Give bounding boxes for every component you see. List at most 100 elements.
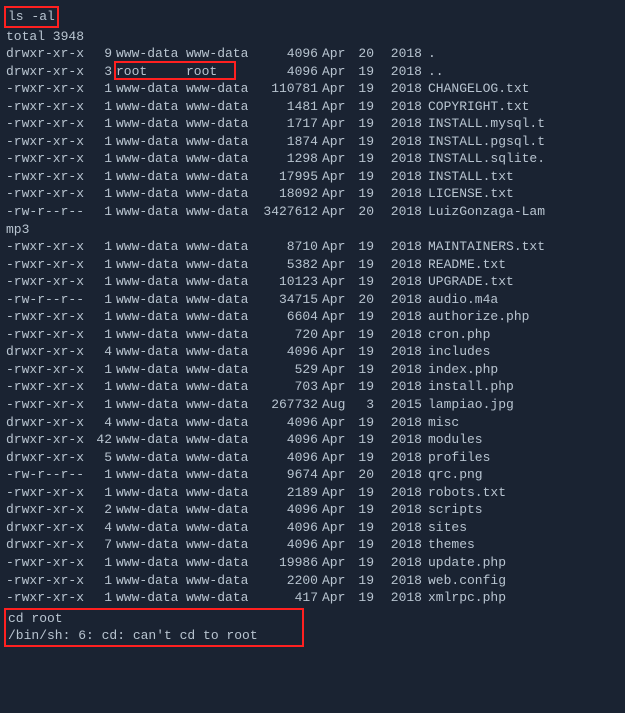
col-group: www-data (186, 133, 256, 151)
col-name: UPGRADE.txt (428, 273, 514, 291)
col-owner: www-data (116, 45, 186, 63)
col-perm: -rw-r--r-- (6, 291, 90, 309)
col-day: 19 (354, 98, 378, 116)
col-name: README.txt (428, 256, 506, 274)
col-month: Apr (322, 536, 354, 554)
col-links: 1 (90, 80, 116, 98)
col-owner: www-data (116, 238, 186, 256)
file-row: drwxr-xr-x4www-datawww-data4096Apr192018… (6, 414, 619, 432)
col-day: 19 (354, 414, 378, 432)
col-size: 4096 (256, 343, 322, 361)
col-day: 20 (354, 45, 378, 63)
col-size: 1298 (256, 150, 322, 168)
listing-rows: drwxr-xr-x9www-datawww-data4096Apr202018… (6, 45, 619, 220)
col-owner: www-data (116, 484, 186, 502)
col-year: 2018 (378, 449, 428, 467)
col-owner: www-data (116, 185, 186, 203)
col-links: 1 (90, 396, 116, 414)
file-row: -rwxr-xr-x1www-datawww-data5382Apr192018… (6, 256, 619, 274)
col-group: www-data (186, 572, 256, 590)
col-year: 2015 (378, 396, 428, 414)
col-name: . (428, 45, 436, 63)
col-size: 9674 (256, 466, 322, 484)
col-owner: www-data (116, 589, 186, 607)
col-owner: www-data (116, 326, 186, 344)
file-row: -rw-r--r--1www-datawww-data9674Apr202018… (6, 466, 619, 484)
col-day: 19 (354, 273, 378, 291)
col-size: 529 (256, 361, 322, 379)
col-year: 2018 (378, 326, 428, 344)
col-links: 4 (90, 414, 116, 432)
terminal-output[interactable]: ls -al total 3948 drwxr-xr-x9www-datawww… (6, 6, 619, 647)
col-group: www-data (186, 256, 256, 274)
col-links: 3 (90, 63, 116, 81)
col-group: www-data (186, 98, 256, 116)
col-perm: -rwxr-xr-x (6, 378, 90, 396)
col-links: 1 (90, 150, 116, 168)
col-size: 4096 (256, 431, 322, 449)
col-day: 3 (354, 396, 378, 414)
col-owner: www-data (116, 343, 186, 361)
col-links: 5 (90, 449, 116, 467)
col-month: Apr (322, 343, 354, 361)
col-owner: www-data (116, 554, 186, 572)
file-row: -rwxr-xr-x1www-datawww-data1298Apr192018… (6, 150, 619, 168)
col-links: 1 (90, 308, 116, 326)
col-month: Aug (322, 396, 354, 414)
col-month: Apr (322, 63, 354, 81)
col-year: 2018 (378, 256, 428, 274)
col-owner: www-data (116, 414, 186, 432)
file-row: -rwxr-xr-x1www-datawww-data110781Apr1920… (6, 80, 619, 98)
col-links: 1 (90, 589, 116, 607)
col-group: www-data (186, 291, 256, 309)
col-group: root (186, 63, 256, 81)
col-links: 1 (90, 361, 116, 379)
col-owner: www-data (116, 150, 186, 168)
col-month: Apr (322, 168, 354, 186)
col-name: web.config (428, 572, 506, 590)
col-group: www-data (186, 449, 256, 467)
file-row: -rwxr-xr-x1www-datawww-data2189Apr192018… (6, 484, 619, 502)
col-group: www-data (186, 589, 256, 607)
col-perm: -rwxr-xr-x (6, 256, 90, 274)
col-group: www-data (186, 115, 256, 133)
file-row: -rwxr-xr-x1www-datawww-data1874Apr192018… (6, 133, 619, 151)
file-row: -rwxr-xr-x1www-datawww-data19986Apr19201… (6, 554, 619, 572)
col-name: MAINTAINERS.txt (428, 238, 545, 256)
file-row: -rwxr-xr-x1www-datawww-data8710Apr192018… (6, 238, 619, 256)
col-day: 19 (354, 501, 378, 519)
col-month: Apr (322, 501, 354, 519)
col-owner: www-data (116, 80, 186, 98)
col-size: 417 (256, 589, 322, 607)
col-day: 19 (354, 150, 378, 168)
col-owner: www-data (116, 449, 186, 467)
col-day: 19 (354, 536, 378, 554)
col-year: 2018 (378, 361, 428, 379)
col-owner: www-data (116, 168, 186, 186)
col-size: 4096 (256, 519, 322, 537)
col-group: www-data (186, 343, 256, 361)
col-year: 2018 (378, 519, 428, 537)
col-name: modules (428, 431, 483, 449)
col-day: 19 (354, 361, 378, 379)
col-owner: www-data (116, 256, 186, 274)
col-year: 2018 (378, 308, 428, 326)
col-size: 2200 (256, 572, 322, 590)
file-row: -rwxr-xr-x1www-datawww-data18092Apr19201… (6, 185, 619, 203)
file-row: -rwxr-xr-x1www-datawww-data6604Apr192018… (6, 308, 619, 326)
col-month: Apr (322, 589, 354, 607)
col-links: 1 (90, 273, 116, 291)
file-row: -rwxr-xr-x1www-datawww-data529Apr192018i… (6, 361, 619, 379)
col-owner: www-data (116, 115, 186, 133)
col-name: misc (428, 414, 459, 432)
col-month: Apr (322, 554, 354, 572)
col-owner: www-data (116, 519, 186, 537)
col-perm: drwxr-xr-x (6, 501, 90, 519)
col-group: www-data (186, 554, 256, 572)
col-links: 1 (90, 133, 116, 151)
col-perm: -rwxr-xr-x (6, 396, 90, 414)
col-day: 19 (354, 133, 378, 151)
col-links: 1 (90, 378, 116, 396)
col-name: cron.php (428, 326, 490, 344)
file-row: drwxr-xr-x42www-datawww-data4096Apr19201… (6, 431, 619, 449)
